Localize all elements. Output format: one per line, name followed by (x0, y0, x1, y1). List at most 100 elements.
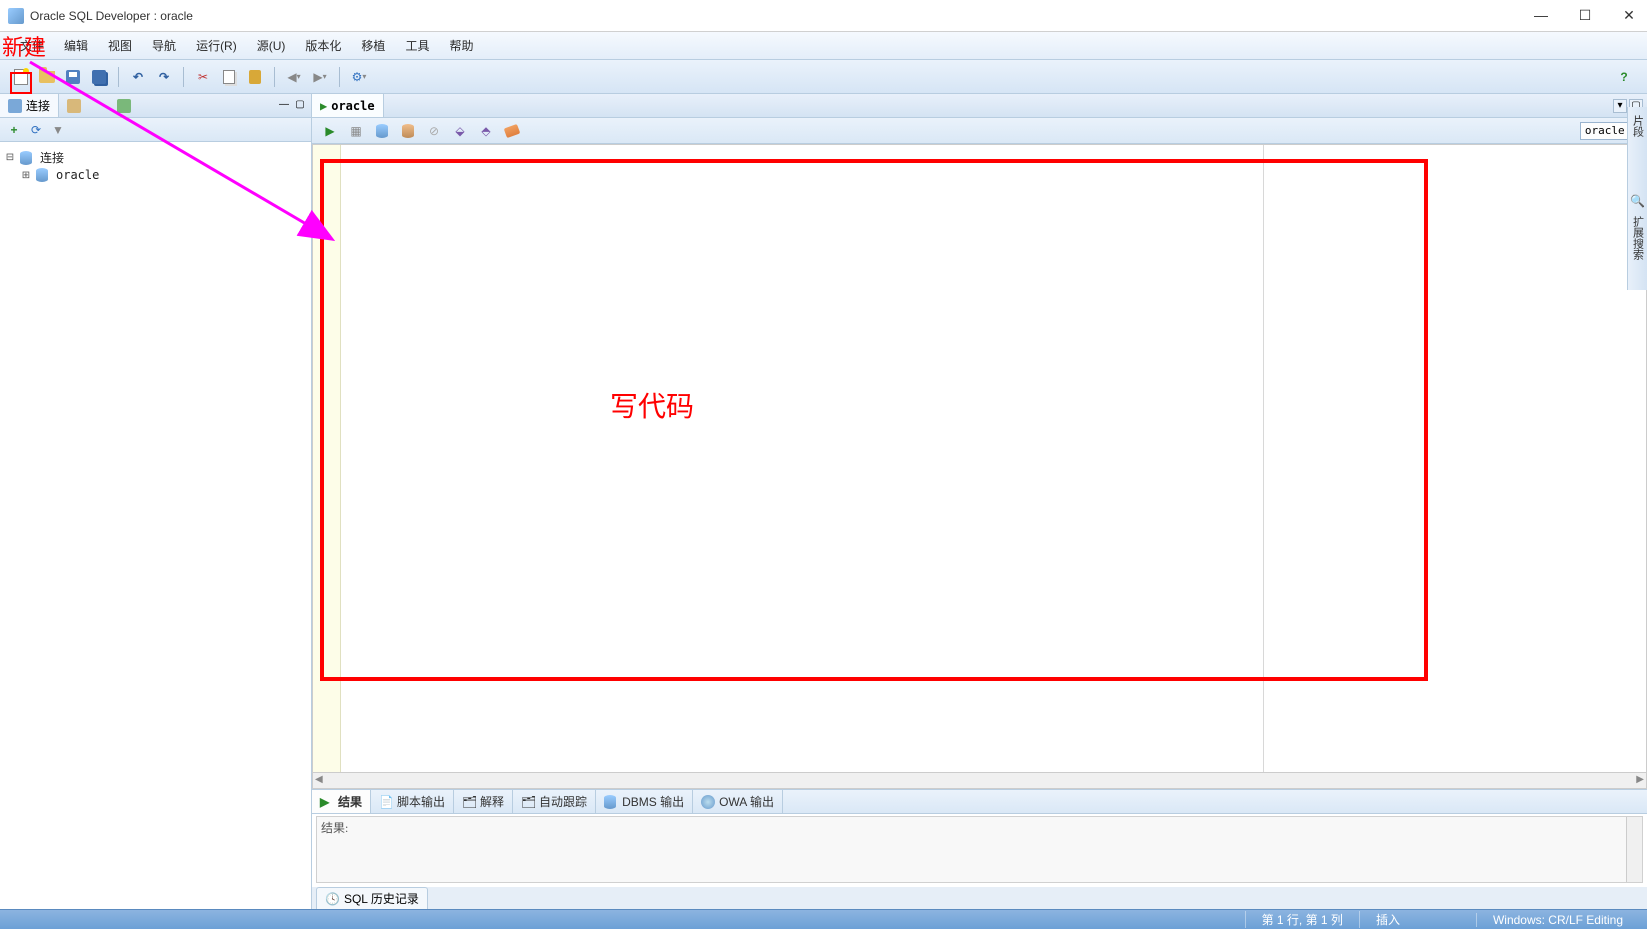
autotrace-button[interactable]: ⬘ (476, 121, 496, 141)
cancel-button[interactable]: ⊘ (424, 121, 444, 141)
output-tab-explain[interactable]: 🗂 解释 (454, 790, 513, 813)
right-vertical-bar-2: 🔍 扩展搜索 (1627, 190, 1647, 290)
settings-button[interactable]: ⚙▾ (348, 66, 370, 88)
output-tab-label: 自动跟踪 (539, 793, 587, 810)
script-icon: ▦ (350, 124, 361, 138)
output-tab-result[interactable]: ▶ 结果 (312, 790, 371, 813)
status-mode: 插入 (1359, 911, 1416, 928)
output-tab-autotrace[interactable]: 🗂 自动跟踪 (513, 790, 596, 813)
save-button[interactable] (62, 66, 84, 88)
minimize-button[interactable]: — (1531, 7, 1551, 24)
owa-icon (701, 795, 715, 809)
forward-icon: ▶ (313, 70, 322, 84)
commit-button[interactable] (372, 121, 392, 141)
cut-button[interactable]: ✂ (192, 66, 214, 88)
output-tab-script[interactable]: 📄 脚本输出 (371, 790, 454, 813)
sidebar-tab-other[interactable] (109, 94, 139, 117)
status-encoding: Windows: CR/LF Editing (1476, 913, 1639, 927)
rollback-button[interactable] (398, 121, 418, 141)
connections-tree: ⊟ 连接 ⊞ oracle (0, 142, 311, 909)
folder-icon (67, 99, 81, 113)
copy-button[interactable] (218, 66, 240, 88)
undo-button[interactable]: ↶ (127, 66, 149, 88)
menu-view[interactable]: 视图 (98, 33, 142, 58)
sidebar-tabs: 连接 — ▢ (0, 94, 311, 118)
cancel-icon: ⊘ (429, 124, 439, 138)
help-button[interactable]: ? (1613, 66, 1635, 88)
open-button[interactable] (36, 66, 58, 88)
history-icon: 🕓 (325, 892, 340, 906)
open-folder-icon (39, 71, 55, 83)
fragment-panel-tab[interactable]: 片段 (1630, 111, 1646, 141)
output-tab-dbms[interactable]: DBMS 输出 (596, 790, 693, 813)
copy-icon (223, 70, 235, 84)
forward-button[interactable]: ▶▾ (309, 66, 331, 88)
menu-navigate[interactable]: 导航 (142, 33, 186, 58)
menu-source[interactable]: 源(U) (247, 33, 296, 58)
editor-tab-label: oracle (331, 99, 374, 113)
menu-edit[interactable]: 编辑 (54, 33, 98, 58)
close-button[interactable]: ✕ (1619, 7, 1639, 24)
editor-gutter (313, 145, 341, 788)
menu-help[interactable]: 帮助 (439, 33, 483, 58)
menu-tools[interactable]: 工具 (395, 33, 439, 58)
explain-output-icon: 🗂 (462, 795, 476, 809)
tree-root[interactable]: ⊟ 连接 (4, 148, 307, 167)
back-icon: ◀ (287, 70, 296, 84)
sql-history-tab[interactable]: 🕓 SQL 历史记录 (316, 887, 428, 909)
sidebar-tab-connections[interactable]: 连接 (0, 94, 59, 117)
run-icon: ▶ (325, 124, 334, 138)
trace-icon: ⬘ (481, 124, 490, 138)
redo-button[interactable]: ↷ (153, 66, 175, 88)
sidebar-toolbar: + ⟳ ▼ (0, 118, 311, 142)
panel-icon (117, 99, 131, 113)
sidebar-minimize-button[interactable]: — (277, 99, 291, 113)
save-icon (66, 70, 80, 84)
output-tab-owa[interactable]: OWA 输出 (693, 790, 783, 813)
editor-tab-oracle[interactable]: ▶ oracle (312, 94, 384, 117)
toolbar-separator (118, 67, 119, 87)
new-connection-button[interactable]: + (6, 122, 22, 138)
output-pane: ▶ 结果 📄 脚本输出 🗂 解释 🗂 自动跟踪 (312, 789, 1647, 887)
expand-icon[interactable]: ⊞ (20, 170, 32, 181)
new-button[interactable] (10, 66, 32, 88)
tree-node-oracle[interactable]: ⊞ oracle (4, 167, 307, 183)
maximize-button[interactable]: ☐ (1575, 7, 1595, 24)
dbms-icon (604, 795, 618, 809)
sql-worksheet[interactable] (312, 144, 1647, 789)
rollback-icon (402, 124, 414, 138)
menu-file[interactable]: 文件 (10, 33, 54, 58)
save-all-button[interactable] (88, 66, 110, 88)
menu-versioning[interactable]: 版本化 (295, 33, 351, 58)
output-vscrollbar[interactable] (1626, 817, 1642, 882)
editor-dropdown-button[interactable]: ▾ (1613, 99, 1627, 113)
output-tab-label: 解释 (480, 793, 504, 810)
run-script-button[interactable]: ▦ (346, 121, 366, 141)
refresh-button[interactable]: ⟳ (28, 122, 44, 138)
redo-icon: ↷ (159, 70, 169, 84)
bottom-tab-bar: 🕓 SQL 历史记录 (312, 887, 1647, 909)
save-all-icon (92, 70, 106, 84)
filter-button[interactable]: ▼ (50, 122, 66, 138)
sidebar-tab-reports[interactable] (59, 94, 89, 117)
sql-history-label: SQL 历史记录 (344, 890, 419, 907)
back-button[interactable]: ◀▾ (283, 66, 305, 88)
sidebar-restore-button[interactable]: ▢ (293, 99, 307, 113)
tree-root-label: 连接 (40, 149, 64, 166)
gear-icon: ⚙ (352, 70, 363, 84)
output-tab-label: DBMS 输出 (622, 793, 684, 810)
editor-hscrollbar[interactable] (313, 772, 1646, 788)
window-title: Oracle SQL Developer : oracle (30, 9, 1531, 23)
ext-search-panel-tab[interactable]: 扩展搜索 (1630, 212, 1646, 264)
run-statement-button[interactable]: ▶ (320, 121, 340, 141)
expand-icon[interactable]: ⊟ (4, 152, 16, 163)
menu-run[interactable]: 运行(R) (186, 33, 247, 58)
result-icon: ▶ (320, 795, 334, 809)
clear-button[interactable] (502, 121, 522, 141)
run-icon: ▶ (320, 99, 327, 113)
toolbar-separator (339, 67, 340, 87)
explain-button[interactable]: ⬙ (450, 121, 470, 141)
menu-migrate[interactable]: 移植 (351, 33, 395, 58)
editor-area: ▶ oracle ▾ ▢ ▶ ▦ ⊘ ⬙ ⬘ oracle ▼ (312, 94, 1647, 909)
paste-button[interactable] (244, 66, 266, 88)
